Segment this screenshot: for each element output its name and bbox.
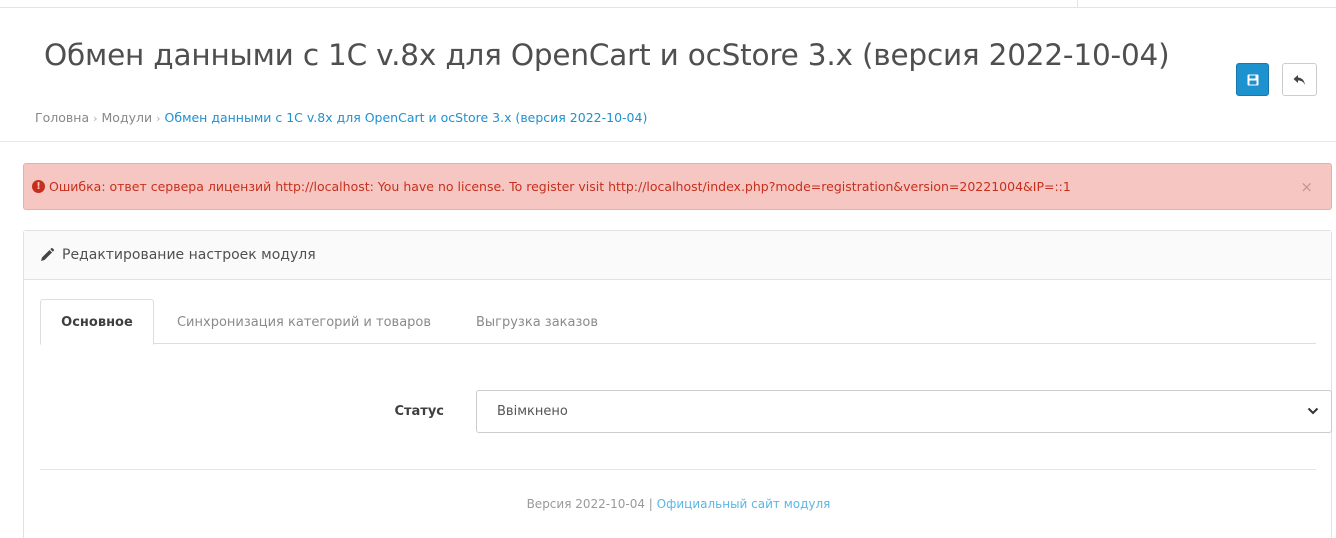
top-divider-tick — [1077, 0, 1078, 8]
back-button[interactable] — [1282, 63, 1317, 96]
status-select-value: Ввімкнено — [497, 404, 568, 419]
page-header: Обмен данными с 1С v.8x для OpenCart и o… — [0, 8, 1336, 142]
pencil-icon — [40, 248, 54, 262]
module-footer: Версия 2022-10-04 | Официальный сайт мод… — [24, 497, 1333, 511]
official-site-link[interactable]: Официальный сайт модуля — [657, 497, 831, 511]
floppy-disk-icon — [1247, 74, 1258, 85]
breadcrumb-home[interactable]: Головна — [35, 110, 89, 125]
save-button[interactable] — [1236, 63, 1269, 96]
version-text: Версия 2022-10-04 — [526, 497, 645, 511]
alert-message: Ошибка: ответ сервера лицензий http://lo… — [49, 179, 1071, 194]
settings-panel: Редактирование настроек модуля Основное … — [23, 230, 1332, 538]
status-select[interactable]: Ввімкнено — [476, 390, 1332, 433]
panel-heading-title: Редактирование настроек модуля — [62, 247, 316, 263]
exclamation-circle-icon: ! — [32, 180, 45, 193]
breadcrumb: Головна › Модули › Обмен данными с 1С v.8x д… — [35, 110, 647, 125]
breadcrumb-separator: › — [93, 112, 98, 125]
close-icon[interactable]: × — [1300, 178, 1313, 196]
panel-heading: Редактирование настроек модуля — [24, 231, 1331, 280]
footer-separator: | — [644, 497, 657, 511]
breadcrumb-separator: › — [156, 112, 161, 125]
tab-general[interactable]: Основное — [40, 299, 154, 345]
reply-arrow-icon — [1293, 74, 1305, 85]
chevron-down-icon — [1307, 407, 1319, 415]
status-label: Статус — [394, 404, 444, 419]
error-alert: ! Ошибка: ответ сервера лицензий http://… — [23, 163, 1332, 210]
tab-orders-export[interactable]: Выгрузка заказов — [460, 299, 614, 345]
form-divider — [40, 469, 1316, 470]
header-divider — [0, 141, 1336, 142]
page-title: Обмен данными с 1С v.8x для OpenCart и o… — [44, 38, 1170, 72]
tab-sync-categories-products[interactable]: Синхронизация категорий и товаров — [162, 299, 446, 345]
top-divider — [0, 0, 1336, 8]
breadcrumb-current[interactable]: Обмен данными с 1С v.8x для OpenCart и o… — [165, 110, 648, 125]
breadcrumb-modules[interactable]: Модули — [102, 110, 153, 125]
tab-bar: Основное Синхронизация категорий и товар… — [40, 299, 1316, 345]
